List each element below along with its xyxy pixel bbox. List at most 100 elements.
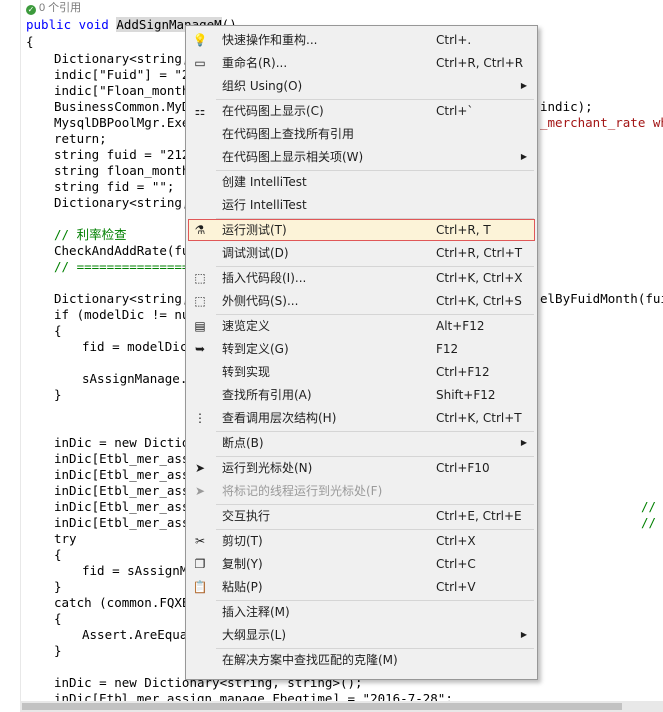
menu-item-label: 复制(Y)	[222, 557, 263, 571]
code-line: sAssignManage.D	[82, 371, 195, 386]
menu-item-peek-definition[interactable]: ▤ 速览定义 Alt+F12	[188, 315, 535, 337]
menu-item-shortcut: Ctrl+V	[436, 580, 476, 594]
menu-item-debug-tests[interactable]: 调试测试(D) Ctrl+R, Ctrl+T	[188, 242, 535, 264]
code-line: fid = modelDic[	[82, 339, 195, 354]
menu-item-outlining[interactable]: 大纲显示(L) ▶	[188, 624, 535, 646]
flask-icon: ⚗	[194, 223, 206, 237]
code-line: Dictionary<string,	[54, 51, 190, 66]
insert-snippet-icon: ⬚	[194, 271, 206, 285]
menu-item-label: 在代码图上查找所有引用	[222, 127, 355, 141]
code-line: // ===============	[54, 259, 190, 274]
code-line: MysqlDBPoolMgr.Exec	[54, 115, 197, 130]
code-line: catch (common.FQXEx	[54, 595, 197, 610]
menu-item-label: 运行测试(T)	[222, 223, 287, 237]
menu-item-shortcut: Ctrl+R, T	[436, 223, 491, 237]
editor-margin	[0, 0, 21, 712]
menu-item-label: 转到实现	[222, 365, 271, 379]
code-line: {	[54, 323, 62, 338]
menu-item-label: 查找所有引用(A)	[222, 388, 312, 402]
code-line: return;	[54, 131, 107, 146]
submenu-arrow-icon: ▶	[520, 630, 527, 639]
code-line: indic["Floan_month"	[54, 83, 197, 98]
code-line: BusinessCommon.MyDB	[54, 99, 197, 114]
menu-item-find-all-references[interactable]: 查找所有引用(A) Shift+F12	[188, 384, 535, 406]
menu-item-insert-snippet[interactable]: ⬚ 插入代码段(I)... Ctrl+K, Ctrl+X	[188, 267, 535, 289]
scissors-icon: ✂	[194, 534, 206, 548]
menu-item-show-related-code-map[interactable]: 在代码图上显示相关项(W) ▶	[188, 146, 535, 168]
menu-item-shortcut: Ctrl+K, Ctrl+X	[436, 271, 523, 285]
check-icon: ✓	[26, 5, 36, 15]
menu-item-label: 速览定义	[222, 319, 271, 333]
menu-item-label: 大纲显示(L)	[222, 628, 287, 642]
menu-item-cut[interactable]: ✂ 剪切(T) Ctrl+X	[188, 530, 535, 552]
code-line: inDic[Etbl_mer_assi	[54, 451, 197, 466]
code-map-icon: ⚏	[194, 104, 206, 118]
menu-item-go-to-definition[interactable]: ➥ 转到定义(G) F12	[188, 338, 535, 360]
menu-item-label: 断点(B)	[222, 436, 264, 450]
menu-item-find-all-refs-code-map[interactable]: 在代码图上查找所有引用	[188, 123, 535, 145]
peek-definition-icon: ▤	[194, 319, 206, 333]
code-line: string fid = "";	[54, 179, 175, 194]
menu-item-label: 在解决方案中查找匹配的克隆(M)	[222, 653, 398, 667]
code-line: }	[54, 643, 62, 658]
cursor-arrow-icon: ➤	[194, 461, 206, 475]
menu-item-insert-comment[interactable]: 插入注释(M)	[188, 601, 535, 623]
menu-item-label: 运行 IntelliTest	[222, 198, 307, 212]
menu-item-organize-using[interactable]: 组织 Using(O) ▶	[188, 75, 535, 97]
call-hierarchy-icon: ⋮	[194, 411, 206, 425]
menu-item-label: 运行到光标处(N)	[222, 461, 313, 475]
code-line: string floan_month	[54, 163, 190, 178]
code-line: }	[54, 579, 62, 594]
menu-item-run-flagged-threads: ➤ 将标记的线程运行到光标处(F)	[188, 480, 535, 502]
menu-item-rename[interactable]: ▭ 重命名(R)... Ctrl+R, Ctrl+R	[188, 52, 535, 74]
menu-item-go-to-implementation[interactable]: 转到实现 Ctrl+F12	[188, 361, 535, 383]
menu-item-shortcut: Ctrl+X	[436, 534, 476, 548]
code-line: if (modelDic != nul	[54, 307, 197, 322]
menu-item-copy[interactable]: ❐ 复制(Y) Ctrl+C	[188, 553, 535, 575]
paste-icon: 📋	[192, 580, 208, 594]
rename-icon: ▭	[194, 56, 206, 70]
code-line: inDic[Etbl_mer_assi	[54, 467, 197, 482]
menu-item-show-on-code-map[interactable]: ⚏ 在代码图上显示(C) Ctrl+`	[188, 100, 535, 122]
references-text: 0 个引用	[39, 2, 82, 14]
menu-item-run-to-cursor[interactable]: ➤ 运行到光标处(N) Ctrl+F10	[188, 457, 535, 479]
menu-item-interactive-execute[interactable]: 交互执行 Ctrl+E, Ctrl+E	[188, 505, 535, 527]
submenu-arrow-icon: ▶	[520, 438, 527, 447]
context-menu: 💡 快速操作和重构... Ctrl+. ▭ 重命名(R)... Ctrl+R, Ctrl+…	[185, 25, 538, 680]
lightbulb-icon: 💡	[192, 33, 208, 47]
menu-item-shortcut: Ctrl+C	[436, 557, 476, 571]
code-line: {	[54, 547, 62, 562]
menu-item-shortcut: Ctrl+F10	[436, 461, 490, 475]
code-line: CheckAndAddRate(fui	[54, 243, 197, 258]
code-fragment: //	[641, 515, 657, 530]
menu-item-label: 快速操作和重构...	[222, 33, 318, 47]
horizontal-scrollbar[interactable]	[20, 701, 663, 712]
menu-item-quick-actions[interactable]: 💡 快速操作和重构... Ctrl+.	[188, 29, 535, 51]
go-to-definition-icon: ➥	[194, 342, 206, 356]
menu-item-create-intellitest[interactable]: 创建 IntelliTest	[188, 171, 535, 193]
surround-with-icon: ⬚	[194, 294, 206, 308]
copy-icon: ❐	[194, 557, 206, 571]
menu-item-shortcut: Ctrl+K, Ctrl+S	[436, 294, 522, 308]
menu-item-breakpoint[interactable]: 断点(B) ▶	[188, 432, 535, 454]
menu-item-run-intellitest[interactable]: 运行 IntelliTest	[188, 194, 535, 216]
menu-item-run-tests[interactable]: ⚗ 运行测试(T) Ctrl+R, T	[188, 219, 535, 241]
menu-item-label: 查看调用层次结构(H)	[222, 411, 337, 425]
menu-item-shortcut: Shift+F12	[436, 388, 496, 402]
code-line: Dictionary<string,	[54, 195, 190, 210]
menu-item-label: 外侧代码(S)...	[222, 294, 299, 308]
code-fragment: _merchant_rate whe	[540, 115, 663, 130]
menu-item-find-matching-clones[interactable]: 在解决方案中查找匹配的克隆(M)	[188, 649, 535, 671]
menu-item-label: 调试测试(D)	[222, 246, 289, 260]
scrollbar-thumb[interactable]	[22, 703, 622, 710]
menu-item-shortcut: Ctrl+R, Ctrl+R	[436, 56, 524, 70]
codelens-references[interactable]: ✓ 0 个引用	[26, 0, 81, 16]
code-fragment: //	[641, 499, 657, 514]
menu-item-surround-with[interactable]: ⬚ 外侧代码(S)... Ctrl+K, Ctrl+S	[188, 290, 535, 312]
menu-item-label: 转到定义(G)	[222, 342, 289, 356]
menu-item-shortcut: Ctrl+E, Ctrl+E	[436, 509, 522, 523]
menu-item-paste[interactable]: 📋 粘贴(P) Ctrl+V	[188, 576, 535, 598]
menu-item-shortcut: Ctrl+K, Ctrl+T	[436, 411, 522, 425]
code-line: {	[26, 34, 34, 49]
menu-item-view-call-hierarchy[interactable]: ⋮ 查看调用层次结构(H) Ctrl+K, Ctrl+T	[188, 407, 535, 429]
